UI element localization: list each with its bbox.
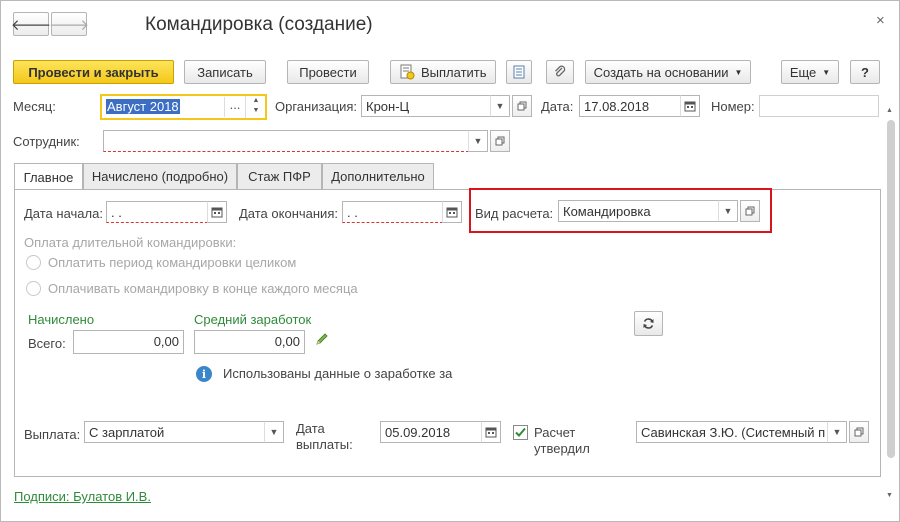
calc-approved-checkbox[interactable] — [513, 425, 528, 440]
calendar-icon — [211, 207, 223, 218]
average-earnings-header: Средний заработок — [194, 312, 312, 327]
payout-label: Выплата: — [24, 427, 81, 442]
employee-dropdown-button[interactable]: ▼ — [468, 130, 488, 152]
end-date-calendar-button[interactable] — [442, 201, 462, 223]
attach-button[interactable] — [546, 60, 574, 84]
arrow-left-icon: 🡐 — [10, 16, 52, 34]
calendar-icon — [485, 427, 497, 438]
employee-open-button[interactable] — [490, 130, 510, 152]
report-button[interactable] — [506, 60, 532, 84]
earnings-data-info-text: Использованы данные о заработке за — [223, 366, 453, 381]
forward-button[interactable]: 🡒 — [48, 12, 90, 36]
payout-dropdown-button[interactable]: ▼ — [264, 421, 284, 443]
signatures-link[interactable]: Подписи: Булатов И.В. — [14, 489, 151, 504]
arrow-right-icon: 🡒 — [48, 16, 90, 34]
organization-label: Организация: — [275, 99, 358, 114]
total-accrued-field: 0,00 — [73, 330, 184, 354]
report-list-icon — [513, 65, 525, 79]
end-date-label: Дата окончания: — [239, 206, 338, 221]
payment-document-icon — [400, 64, 415, 80]
pay-whole-period-label: Оплатить период командировки целиком — [48, 255, 297, 270]
start-date-input[interactable]: . . — [106, 201, 208, 223]
start-date-label: Дата начала: — [24, 206, 103, 221]
window-title: Командировка (создание) — [145, 14, 373, 35]
checkmark-icon — [515, 427, 526, 437]
start-date-calendar-button[interactable] — [207, 201, 227, 223]
calendar-icon — [446, 207, 458, 218]
payout-date-label-line2: выплаты: — [296, 437, 353, 452]
payout-input[interactable]: С зарплатой — [84, 421, 265, 443]
calc-kind-highlight-box — [469, 188, 772, 233]
month-select-button[interactable]: ... — [224, 97, 245, 117]
help-button[interactable]: ? — [850, 60, 880, 84]
tab-pfr-seniority[interactable]: Стаж ПФР — [237, 163, 322, 189]
chevron-down-icon: ▼ — [473, 136, 483, 146]
date-input[interactable]: 17.08.2018 — [579, 95, 681, 117]
month-value: Август 2018 — [106, 99, 180, 114]
accrued-header: Начислено — [28, 312, 95, 327]
refresh-icon — [643, 318, 654, 329]
info-icon: i — [196, 366, 212, 382]
close-icon[interactable]: × — [876, 12, 885, 29]
pay-monthly-radio[interactable] — [26, 281, 41, 296]
open-icon — [517, 101, 527, 111]
post-and-close-button[interactable]: Провести и закрыть — [13, 60, 174, 84]
payout-date-label-line1: Дата — [296, 421, 325, 436]
calendar-icon — [684, 101, 696, 112]
approver-open-button[interactable] — [849, 421, 869, 443]
date-calendar-button[interactable] — [680, 95, 700, 117]
open-icon — [854, 427, 864, 437]
average-earnings-field: 0,00 — [194, 330, 305, 354]
create-based-on-button[interactable]: Создать на основании ▼ — [585, 60, 751, 84]
approver-input[interactable]: Савинская З.Ю. (Системный п — [636, 421, 828, 443]
organization-open-button[interactable] — [512, 95, 532, 117]
tab-main[interactable]: Главное — [14, 163, 83, 190]
pay-whole-period-radio[interactable] — [26, 255, 41, 270]
open-icon — [495, 136, 505, 146]
chevron-down-icon: ▼ — [734, 67, 743, 77]
tab-additional[interactable]: Дополнительно — [322, 163, 434, 189]
calc-approved-label-line1: Расчет — [534, 425, 576, 440]
tab-accrued-detailed[interactable]: Начислено (подробно) — [83, 163, 237, 189]
end-date-input[interactable]: . . — [342, 201, 443, 223]
back-button[interactable]: 🡐 — [10, 12, 52, 36]
employee-label: Сотрудник: — [13, 134, 80, 149]
approver-dropdown-button[interactable]: ▼ — [827, 421, 847, 443]
pay-button[interactable]: Выплатить — [390, 60, 496, 84]
month-field[interactable]: Август 2018 ... ▲ ▼ — [100, 94, 267, 120]
post-button[interactable]: Провести — [287, 60, 369, 84]
long-trip-payment-label: Оплата длительной командировки: — [24, 235, 237, 250]
more-button[interactable]: Еще ▼ — [781, 60, 839, 84]
date-label: Дата: — [541, 99, 574, 114]
paperclip-icon — [555, 65, 566, 77]
chevron-down-icon: ▼ — [832, 427, 842, 437]
calc-approved-label-line2: утвердил — [534, 441, 590, 456]
scroll-up-icon[interactable]: ▲ — [886, 107, 893, 114]
payout-date-calendar-button[interactable] — [481, 421, 501, 443]
chevron-down-icon: ▼ — [495, 101, 505, 111]
create-based-on-label: Создать на основании — [593, 64, 729, 80]
pay-monthly-label: Оплачивать командировку в конце каждого … — [48, 281, 358, 296]
refresh-button[interactable] — [634, 311, 663, 336]
chevron-down-icon: ▼ — [269, 427, 279, 437]
total-label: Всего: — [28, 336, 66, 351]
chevron-down-icon: ▼ — [822, 67, 831, 77]
more-label: Еще — [789, 64, 817, 80]
number-input[interactable] — [759, 95, 879, 117]
scroll-down-icon[interactable]: ▼ — [886, 492, 893, 499]
month-spin-button[interactable]: ▲ ▼ — [245, 96, 265, 118]
number-label: Номер: — [711, 99, 755, 114]
pay-button-label: Выплатить — [421, 64, 487, 80]
save-button[interactable]: Записать — [184, 60, 266, 84]
employee-input[interactable] — [103, 130, 469, 152]
organization-input[interactable]: Крон-Ц — [361, 95, 491, 117]
organization-dropdown-button[interactable]: ▼ — [490, 95, 510, 117]
scrollbar-thumb[interactable] — [887, 120, 895, 458]
month-label: Месяц: — [13, 99, 56, 114]
pencil-icon[interactable] — [314, 331, 330, 347]
payout-date-input[interactable]: 05.09.2018 — [380, 421, 482, 443]
